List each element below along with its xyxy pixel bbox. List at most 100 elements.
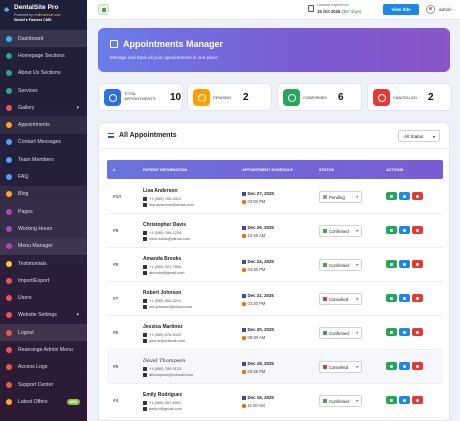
phone-icon — [143, 231, 147, 235]
patient-email: dthompson@hotmail.com — [143, 372, 193, 377]
view-button[interactable] — [386, 294, 397, 302]
clock-icon — [242, 268, 246, 272]
sidebar-item-users[interactable]: Users — [0, 289, 87, 306]
users-icon — [6, 156, 12, 163]
sidebar-item-support-center[interactable]: Support Center — [0, 376, 87, 393]
sidebar-item-website-settings[interactable]: Website Settings ▾ — [0, 307, 87, 324]
view-button[interactable] — [386, 362, 397, 370]
check-icon — [283, 89, 300, 106]
view-button[interactable] — [386, 396, 397, 404]
page-title-text: Appointments Manager — [123, 39, 224, 49]
status-select[interactable]: Cancelled ▾ — [319, 293, 362, 305]
sidebar-item-gallery[interactable]: Gallery ▾ — [0, 99, 87, 116]
edit-button[interactable] — [399, 192, 410, 200]
sidebar-item-appointments[interactable]: Appointments — [0, 116, 87, 134]
delete-button[interactable] — [412, 260, 423, 268]
delete-button[interactable] — [412, 328, 423, 336]
powered-by-link[interactable]: evilbrainhub.com — [34, 13, 61, 17]
appointment-time-text: 03:00 PM — [247, 199, 266, 204]
sidebar-item-label: Homepage Sections — [18, 52, 65, 59]
status-select[interactable]: Pending ▾ — [319, 191, 362, 203]
patient-name: Amanda Brooks — [143, 256, 182, 262]
status-value: Confirmed — [329, 330, 349, 336]
dashboard-icon — [6, 35, 12, 42]
delete-button[interactable] — [412, 294, 423, 302]
sidebar-item-faq[interactable]: FAQ — [0, 168, 87, 185]
sidebar-item-contact-messages[interactable]: Contact Messages — [0, 134, 87, 151]
sidebar-item-homepage-sections[interactable]: Homepage Sections — [0, 47, 87, 64]
chevron-down-icon: ▾ — [356, 263, 358, 267]
question-icon — [6, 174, 12, 181]
sidebar-item-label: Testimonials — [18, 260, 47, 267]
sidebar-item-label: Gallery — [18, 104, 35, 111]
col-header-status: STATUS — [319, 167, 334, 172]
status-select[interactable]: Confirmed ▾ — [319, 259, 362, 271]
view-button[interactable] — [386, 328, 397, 336]
edit-button[interactable] — [399, 294, 410, 302]
patient-phone-text: +1 (555) 876-5432 — [149, 332, 182, 337]
sidebar-item-access-logs[interactable]: Access Logs — [0, 359, 87, 376]
edit-button[interactable] — [399, 396, 410, 404]
patient-phone: +1 (555) 876-5432 — [143, 332, 181, 337]
sidebar-item-label: About Us Sections — [18, 70, 61, 77]
patient-phone: +1 (555) 654-3210 — [143, 298, 181, 303]
stat-label-line2: Appointments — [124, 95, 156, 101]
sidebar-item-latest-offers[interactable]: Latest Offers NEW — [0, 393, 87, 410]
sidebar-item-working-hours[interactable]: Working Hours — [0, 220, 87, 238]
appointment-id: #8 — [113, 263, 119, 268]
appointment-time-text: 04:30 PM — [247, 267, 266, 272]
appointment-id: #6 — [113, 331, 119, 336]
delete-button[interactable] — [412, 192, 423, 200]
sidebar-item-rearrange-admin-menu[interactable]: Rearrange Admin Menu — [0, 341, 87, 358]
status-select[interactable]: Confirmed ▾ — [319, 327, 362, 339]
status-value: Confirmed — [329, 228, 349, 234]
chevron-down-icon: ▾ — [356, 297, 358, 301]
delete-button[interactable] — [412, 396, 423, 404]
edit-button[interactable] — [399, 226, 410, 234]
menu-toggle-button[interactable] — [98, 4, 109, 15]
sidebar-item-about-us-sections[interactable]: About Us Sections — [0, 65, 87, 82]
sidebar-item-dashboard[interactable]: Dashboard — [0, 30, 87, 48]
patient-email-text: rob.johnson@icloud.com — [149, 304, 192, 309]
brand: ♣ DentalSite Pro Powered by evilbrainhub… — [3, 3, 85, 25]
sidebar-item-testimonials[interactable]: Testimonials — [0, 255, 87, 272]
status-filter-select[interactable]: All Status ▾ — [398, 130, 440, 142]
sidebar-item-label: Access Logs — [18, 364, 48, 371]
patient-email: chris.davis@yahoo.com — [143, 236, 190, 241]
edit-button[interactable] — [399, 260, 410, 268]
appointment-time-text: 03:45 PM — [247, 369, 266, 374]
status-select[interactable]: Cancelled ▾ — [319, 361, 362, 373]
sidebar-item-team-members[interactable]: Team Members — [0, 151, 87, 168]
view-button[interactable] — [386, 226, 397, 234]
view-button[interactable] — [386, 192, 397, 200]
view-site-button[interactable]: View Site — [383, 4, 419, 15]
license-days: (387 days) — [341, 9, 362, 14]
chevron-down-icon: ▾ — [76, 312, 79, 319]
sidebar-item-menu-manager[interactable]: Menu Manager — [0, 237, 87, 255]
clock-icon — [242, 234, 246, 238]
sidebar-item-pages[interactable]: Pages — [0, 202, 87, 221]
patient-email-text: chris.davis@yahoo.com — [149, 236, 191, 241]
edit-button[interactable] — [399, 328, 410, 336]
delete-button[interactable] — [412, 226, 423, 234]
sidebar-item-services[interactable]: Services — [0, 82, 87, 99]
status-select[interactable]: Confirmed ▾ — [319, 225, 362, 237]
sidebar-item-import-export[interactable]: Import/Export — [0, 272, 87, 289]
sidebar-item-logout[interactable]: Logout — [0, 324, 87, 342]
appointment-time: 03:00 PM — [242, 199, 265, 204]
envelope-icon — [6, 139, 12, 146]
phone-icon — [143, 401, 147, 405]
stat-label-line1: Pending — [213, 95, 232, 100]
sidebar-item-label: Logout — [18, 329, 34, 336]
sidebar-item-blog[interactable]: Blog — [0, 185, 87, 203]
powered-prefix: Powered by — [14, 13, 33, 17]
delete-button[interactable] — [412, 362, 423, 370]
clock-icon — [193, 89, 210, 106]
cancel-icon — [373, 89, 390, 106]
status-select[interactable]: Confirmed ▾ — [319, 395, 362, 407]
view-button[interactable] — [386, 260, 397, 268]
appointment-date: Dec 20, 2025 — [242, 327, 274, 332]
user-menu[interactable]: admin — [426, 4, 456, 15]
edit-button[interactable] — [399, 362, 410, 370]
col-header-patient: PATIENT INFORMATION — [143, 167, 188, 172]
